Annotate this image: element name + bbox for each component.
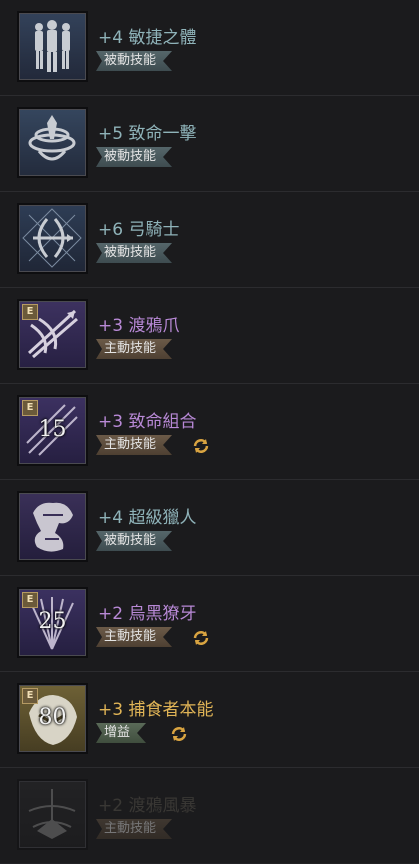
raven-claw-icon: E bbox=[17, 299, 88, 370]
skill-type-badge: 主動技能 bbox=[96, 339, 172, 359]
skill-cooldown-number: 80 bbox=[38, 705, 67, 730]
skill-type-badge: 主動技能 bbox=[96, 627, 172, 647]
skill-title: +4 敏捷之體 bbox=[98, 28, 197, 48]
agility-body-icon bbox=[17, 11, 88, 82]
skill-type-badge: 主動技能 bbox=[96, 435, 172, 455]
skill-type-badge: 增益 bbox=[96, 723, 146, 743]
skill-title: +3 致命組合 bbox=[98, 412, 197, 432]
super-hunter-icon bbox=[17, 491, 88, 562]
cycle-icon bbox=[193, 439, 209, 453]
skill-title: +3 捕食者本能 bbox=[98, 700, 214, 720]
skill-tag-e: E bbox=[22, 304, 38, 320]
skill-row-agility-body[interactable]: +4 敏捷之體 被動技能 bbox=[0, 0, 419, 96]
skill-title: +3 渡鴉爪 bbox=[98, 316, 180, 336]
skill-title: +4 超級獵人 bbox=[98, 508, 197, 528]
skill-row-deadly-strike[interactable]: +5 致命一擊 被動技能 bbox=[0, 96, 419, 192]
skill-cooldown-number: 25 bbox=[38, 609, 67, 634]
skill-title: +5 致命一擊 bbox=[98, 124, 197, 144]
predator-instinct-icon: E 80 bbox=[17, 683, 88, 754]
skill-tag-e: E bbox=[22, 400, 38, 416]
skill-row-raven-storm[interactable]: +2 渡鴉風暴 主動技能 bbox=[0, 768, 419, 864]
skill-row-black-fang[interactable]: E 25 +2 烏黑獠牙 主動技能 bbox=[0, 576, 419, 672]
deadly-combo-icon: E 15 bbox=[17, 395, 88, 466]
skill-row-bow-knight[interactable]: +6 弓騎士 被動技能 bbox=[0, 192, 419, 288]
black-fang-icon: E 25 bbox=[17, 587, 88, 658]
skill-row-raven-claw[interactable]: E +3 渡鴉爪 主動技能 bbox=[0, 288, 419, 384]
skill-row-super-hunter[interactable]: +4 超級獵人 被動技能 bbox=[0, 480, 419, 576]
skill-type-badge: 被動技能 bbox=[96, 51, 172, 71]
cycle-icon bbox=[193, 631, 209, 645]
skill-type-badge: 被動技能 bbox=[96, 147, 172, 167]
skill-row-deadly-combo[interactable]: E 15 +3 致命組合 主動技能 bbox=[0, 384, 419, 480]
skill-title: +2 烏黑獠牙 bbox=[98, 604, 197, 624]
deadly-strike-icon bbox=[17, 107, 88, 178]
skill-row-predator-instinct[interactable]: E 80 +3 捕食者本能 增益 bbox=[0, 672, 419, 768]
cycle-icon bbox=[171, 727, 187, 741]
raven-storm-icon bbox=[17, 779, 88, 850]
skill-tag-e: E bbox=[22, 688, 38, 704]
skill-title: +6 弓騎士 bbox=[98, 220, 180, 240]
skill-type-badge: 被動技能 bbox=[96, 531, 172, 551]
skill-list: +4 敏捷之體 被動技能 +5 致命一擊 被動技能 +6 弓騎士 被動技能 E … bbox=[0, 0, 419, 864]
skill-title: +2 渡鴉風暴 bbox=[98, 796, 197, 816]
skill-type-badge: 主動技能 bbox=[96, 819, 172, 839]
bow-knight-icon bbox=[17, 203, 88, 274]
skill-type-badge: 被動技能 bbox=[96, 243, 172, 263]
skill-cooldown-number: 15 bbox=[38, 417, 67, 442]
skill-tag-e: E bbox=[22, 592, 38, 608]
